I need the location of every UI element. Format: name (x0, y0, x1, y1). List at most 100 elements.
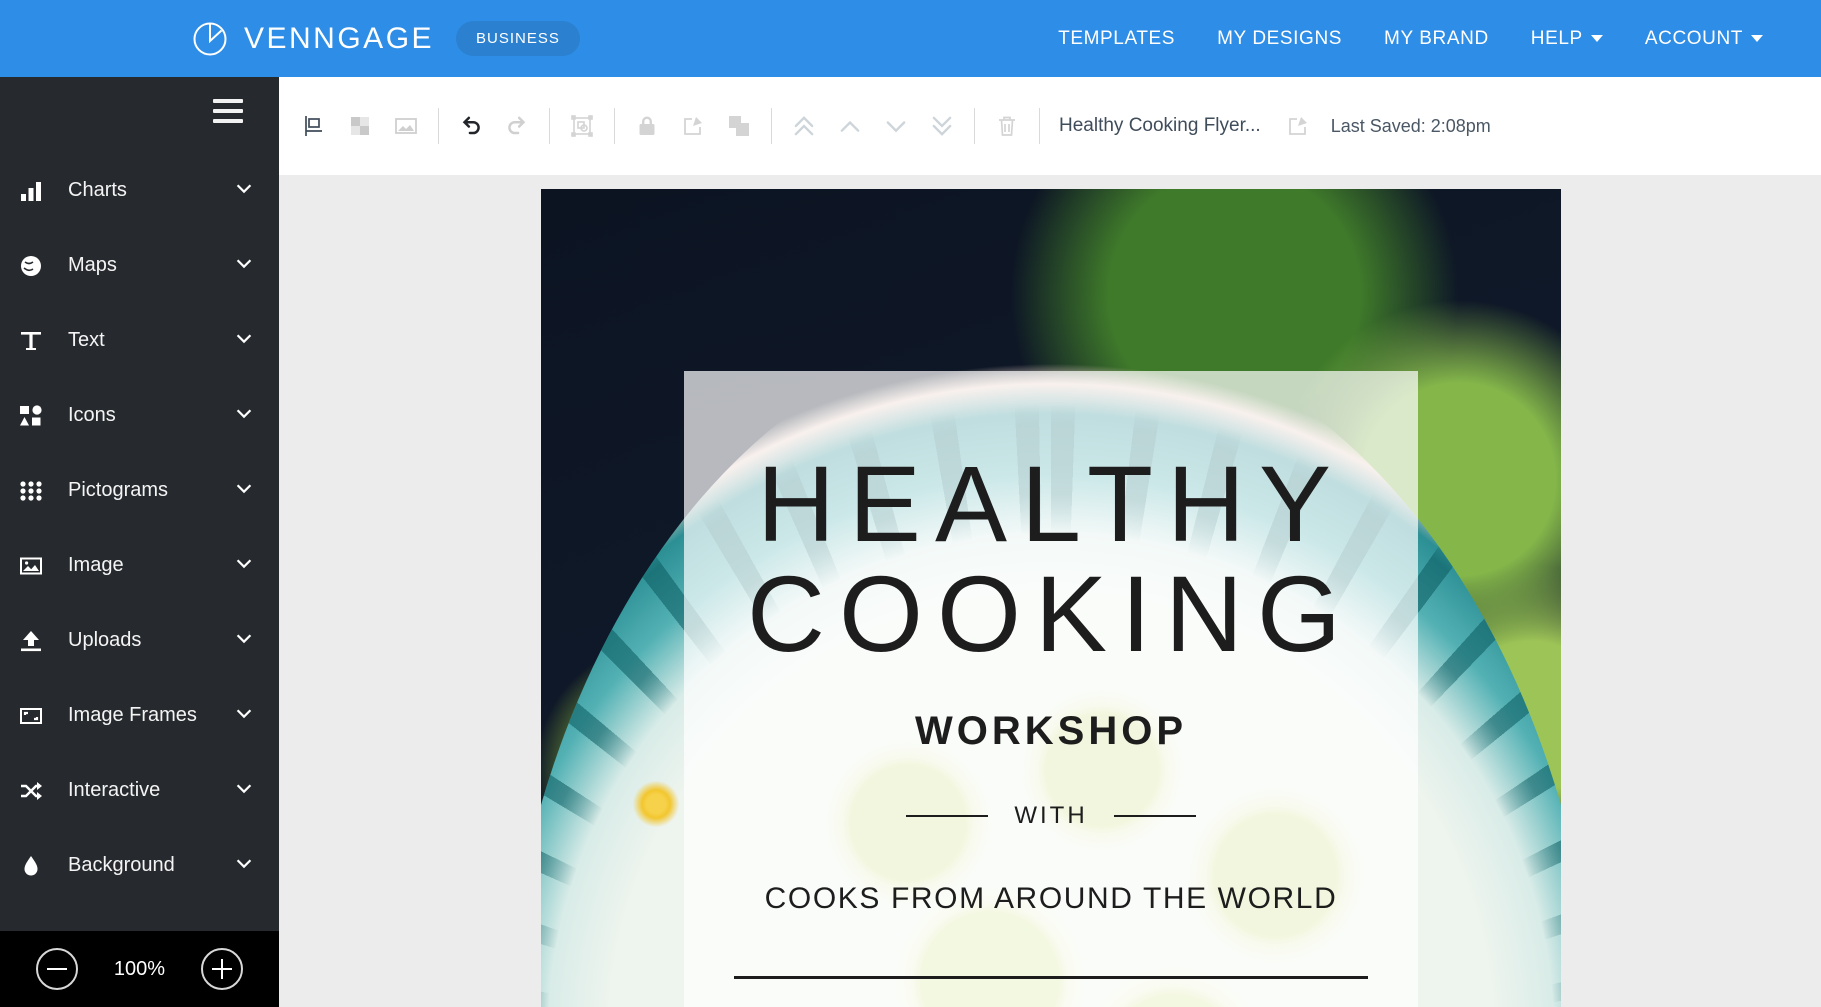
sidebar-item-label: Maps (68, 254, 117, 276)
text-overlay-card[interactable]: HEALTHY COOKING WORKSHOP WITH COOKS FROM… (684, 371, 1418, 1007)
canvas-area[interactable]: HEALTHY COOKING WORKSHOP WITH COOKS FROM… (279, 176, 1821, 1007)
toolbar-divider (438, 108, 439, 144)
nav-item-my-brand[interactable]: MY BRAND (1384, 28, 1489, 50)
chevron-down-icon (1590, 35, 1603, 42)
chevron-down-icon[interactable] (233, 327, 255, 354)
image-swap-icon[interactable] (386, 104, 426, 148)
brand-logo-group[interactable]: VENNGAGE (190, 19, 434, 59)
toolbar-group-object (624, 104, 762, 148)
toolbar-divider (974, 108, 975, 144)
sidebar-item-label: Pictograms (68, 479, 169, 501)
sidebar-item-label: Interactive (68, 779, 161, 801)
globe-icon (10, 254, 52, 278)
bring-to-front-icon[interactable] (784, 104, 824, 148)
chevron-down-icon[interactable] (233, 852, 255, 879)
lock-icon[interactable] (627, 104, 667, 148)
crop-icon[interactable] (340, 104, 380, 148)
sidebar-item-uploads[interactable]: Uploads (0, 603, 279, 678)
left-sidebar: Charts Maps Text Icons Pictograms Image … (0, 77, 279, 931)
duplicate-icon[interactable] (719, 104, 759, 148)
last-saved-label: Last Saved: 2:08pm (1330, 115, 1491, 136)
zoom-level-label: 100% (113, 957, 166, 980)
align-icon[interactable] (294, 104, 334, 148)
zoom-in-button[interactable] (201, 948, 244, 990)
zoom-out-button[interactable] (35, 948, 78, 990)
toolbar-group-group (559, 104, 605, 148)
sidebar-item-maps[interactable]: Maps (0, 228, 279, 303)
sidebar-item-label: Background (68, 854, 175, 876)
nav-item-help[interactable]: HELP (1531, 28, 1603, 50)
nav-item-templates-label: TEMPLATES (1058, 27, 1176, 49)
delete-icon[interactable] (987, 104, 1027, 148)
toolbar-divider (614, 108, 615, 144)
group-icon[interactable] (562, 104, 602, 148)
bar-chart-icon (10, 179, 52, 203)
sidebar-item-icons[interactable]: Icons (0, 378, 279, 453)
sidebar-item-pictograms[interactable]: Pictograms (0, 453, 279, 528)
divider-line-right (1113, 815, 1196, 818)
chevron-down-icon[interactable] (233, 402, 255, 429)
design-canvas[interactable]: HEALTHY COOKING WORKSHOP WITH COOKS FROM… (541, 189, 1561, 1007)
hamburger-bar (213, 109, 243, 113)
design-with-row[interactable]: WITH (734, 802, 1368, 830)
sidebar-item-label: Charts (68, 179, 127, 201)
nav-item-templates[interactable]: TEMPLATES (1058, 28, 1175, 50)
chevron-down-icon[interactable] (233, 627, 255, 654)
toolbar-group-history (448, 104, 540, 148)
redo-icon[interactable] (497, 104, 537, 148)
send-backward-icon[interactable] (876, 104, 916, 148)
hamburger-icon[interactable] (213, 99, 243, 129)
design-horizontal-rule (734, 976, 1368, 980)
sidebar-item-label: Text (68, 329, 105, 351)
toolbar-divider (1039, 108, 1040, 144)
divider-line-left (906, 815, 989, 818)
nav-item-my-designs[interactable]: MY DESIGNS (1217, 28, 1342, 50)
chevron-down-icon[interactable] (233, 477, 255, 504)
send-to-back-icon[interactable] (922, 104, 962, 148)
top-navigation-bar: VENNGAGE BUSINESS TEMPLATES MY DESIGNS M… (0, 0, 1821, 77)
chevron-down-icon[interactable] (233, 252, 255, 279)
chevron-down-icon[interactable] (233, 702, 255, 729)
chevron-down-icon[interactable] (233, 177, 255, 204)
undo-icon[interactable] (451, 104, 491, 148)
design-with-label: WITH (1014, 802, 1088, 830)
sidebar-item-label: Uploads (68, 629, 142, 651)
sidebar-item-label: Image Frames (68, 704, 197, 726)
nav-item-account-label: ACCOUNT (1644, 27, 1743, 49)
editor-toolbar: Healthy Cooking Flyer... Last Saved: 2:0… (279, 77, 1821, 176)
hamburger-bar (213, 99, 243, 103)
frame-icon (10, 704, 52, 728)
zoom-control-bar: 100% (0, 931, 279, 1007)
photo-icon (10, 554, 52, 578)
sidebar-item-background[interactable]: Background (0, 828, 279, 903)
chevron-down-icon (1751, 35, 1763, 42)
toolbar-group-arrange (291, 104, 429, 148)
toolbar-divider (549, 108, 550, 144)
design-presenters[interactable]: COOKS FROM AROUND THE WORLD (734, 882, 1368, 916)
droplet-icon (10, 854, 52, 878)
chevron-down-icon[interactable] (233, 552, 255, 579)
nav-item-account[interactable]: ACCOUNT (1645, 28, 1763, 50)
design-title-line-1[interactable]: HEALTHY (734, 448, 1368, 559)
sidebar-item-text[interactable]: Text (0, 303, 279, 378)
document-title[interactable]: Healthy Cooking Flyer... (1059, 115, 1261, 137)
edit-icon[interactable] (673, 104, 713, 148)
sidebar-item-label: Image (68, 554, 124, 576)
sidebar-item-image-frames[interactable]: Image Frames (0, 678, 279, 753)
design-title-line-2[interactable]: COOKING (734, 558, 1368, 669)
chevron-down-icon[interactable] (233, 777, 255, 804)
design-subtitle[interactable]: WORKSHOP (734, 709, 1368, 754)
sidebar-menu: Charts Maps Text Icons Pictograms Image … (0, 153, 279, 903)
bring-forward-icon[interactable] (830, 104, 870, 148)
rename-icon[interactable] (1278, 104, 1318, 148)
sidebar-item-image[interactable]: Image (0, 528, 279, 603)
toolbar-divider (771, 108, 772, 144)
top-nav-links: TEMPLATES MY DESIGNS MY BRAND HELP ACCOU… (1058, 28, 1763, 50)
sidebar-item-interactive[interactable]: Interactive (0, 753, 279, 828)
shapes-icon (10, 404, 52, 428)
nav-item-my-brand-label: MY BRAND (1384, 27, 1489, 49)
sidebar-item-charts[interactable]: Charts (0, 153, 279, 228)
brand-name: VENNGAGE (244, 21, 435, 55)
toolbar-group-layer-order (781, 104, 965, 148)
venngage-logo-icon (190, 19, 230, 59)
